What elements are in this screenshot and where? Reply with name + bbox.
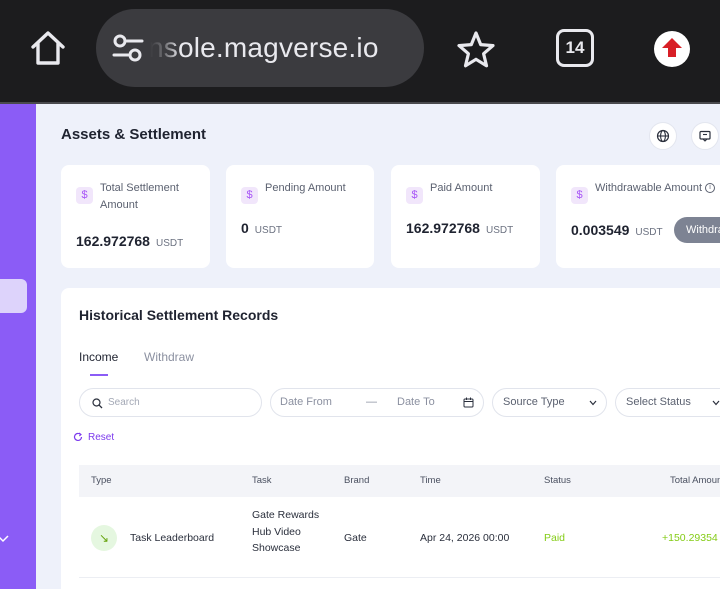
tab-income[interactable]: Income bbox=[79, 350, 118, 364]
dollar-icon: $ bbox=[571, 187, 588, 204]
reset-button[interactable]: Reset bbox=[73, 432, 114, 443]
date-from-input[interactable]: Date From bbox=[280, 389, 332, 416]
card-label: Total Settlement Amount bbox=[100, 182, 179, 211]
language-button[interactable] bbox=[649, 122, 677, 150]
row-brand: Gate bbox=[344, 532, 367, 544]
globe-icon bbox=[656, 129, 670, 143]
row-task: Gate Rewards Hub Video Showcase bbox=[252, 509, 320, 554]
card-label: Paid Amount bbox=[430, 182, 493, 194]
app-sidebar bbox=[0, 104, 36, 589]
date-range-picker[interactable]: Date From — Date To bbox=[270, 388, 484, 417]
info-icon[interactable]: i bbox=[705, 183, 715, 194]
browser-toolbar: console.magverse.io 14 bbox=[0, 0, 720, 104]
address-bar[interactable]: console.magverse.io bbox=[96, 9, 424, 87]
search-input[interactable]: Search bbox=[79, 388, 262, 417]
settlement-records-panel: Historical Settlement Records Income Wit… bbox=[61, 288, 720, 589]
pending-amount-card: $ Pending Amount 0 USDT bbox=[226, 165, 374, 268]
row-type: Task Leaderboard bbox=[130, 532, 215, 544]
card-label: Withdrawable Amount i bbox=[595, 180, 715, 197]
home-icon[interactable] bbox=[28, 28, 68, 68]
bookmark-star-icon[interactable] bbox=[456, 30, 496, 70]
update-button[interactable] bbox=[654, 31, 690, 67]
arrow-down-right-icon: ↘ bbox=[91, 525, 117, 551]
column-header-brand: Brand bbox=[344, 475, 370, 486]
column-header-total-amount: Total Amount bbox=[670, 475, 720, 486]
main-content: Assets & Settlement $ Total Settlement A… bbox=[36, 104, 720, 589]
total-settlement-card: $ Total Settlement Amount 162.972768 USDT bbox=[61, 165, 210, 268]
search-icon bbox=[92, 398, 103, 409]
source-type-select[interactable]: Source Type bbox=[492, 388, 607, 417]
status-badge: Paid bbox=[544, 532, 566, 544]
sidebar-active-item[interactable] bbox=[0, 279, 27, 313]
dollar-icon: $ bbox=[241, 187, 258, 204]
column-header-time: Time bbox=[420, 475, 441, 486]
message-icon bbox=[699, 130, 711, 142]
messages-button[interactable] bbox=[691, 122, 719, 150]
date-to-input[interactable]: Date To bbox=[397, 389, 435, 416]
card-value: 0.003549 USDT bbox=[571, 222, 663, 238]
chevron-down-icon bbox=[589, 400, 597, 406]
table-row[interactable]: ↘ Task Leaderboard Gate Rewards Hub Vide… bbox=[79, 497, 720, 578]
paid-amount-card: $ Paid Amount 162.972768 USDT bbox=[391, 165, 540, 268]
status-select[interactable]: Select Status bbox=[615, 388, 720, 417]
card-value: 0 USDT bbox=[241, 220, 283, 236]
arrow-up-icon bbox=[662, 38, 682, 57]
withdrawable-amount-card: $ Withdrawable Amount i 0.003549 USDT With… bbox=[556, 165, 720, 268]
url-text[interactable]: console.magverse.io bbox=[150, 9, 420, 87]
date-separator: — bbox=[366, 396, 377, 408]
calendar-icon bbox=[463, 397, 474, 408]
dollar-icon: $ bbox=[76, 187, 93, 204]
refresh-icon bbox=[73, 432, 83, 442]
column-header-status: Status bbox=[544, 475, 571, 486]
chevron-down-icon bbox=[712, 400, 720, 406]
records-title: Historical Settlement Records bbox=[79, 307, 279, 323]
tab-withdraw[interactable]: Withdraw bbox=[144, 350, 194, 364]
card-value: 162.972768 USDT bbox=[406, 220, 514, 236]
site-settings-icon[interactable] bbox=[112, 33, 144, 63]
row-amount: +150.29354 bbox=[662, 532, 718, 544]
active-tab-indicator bbox=[90, 374, 108, 376]
table-header: Type Task Brand Time Status Total Amount bbox=[79, 465, 720, 497]
chevron-down-icon[interactable] bbox=[0, 532, 12, 544]
column-header-type: Type bbox=[91, 475, 112, 486]
dollar-icon: $ bbox=[406, 187, 423, 204]
page-title: Assets & Settlement bbox=[61, 126, 207, 143]
card-label: Pending Amount bbox=[265, 182, 346, 194]
card-value: 162.972768 USDT bbox=[76, 233, 184, 249]
column-header-task: Task bbox=[252, 475, 272, 486]
withdraw-button[interactable]: Withdraw bbox=[674, 217, 720, 243]
tab-switcher-button[interactable]: 14 bbox=[556, 29, 594, 67]
row-time: Apr 24, 2026 00:00 bbox=[420, 532, 510, 544]
